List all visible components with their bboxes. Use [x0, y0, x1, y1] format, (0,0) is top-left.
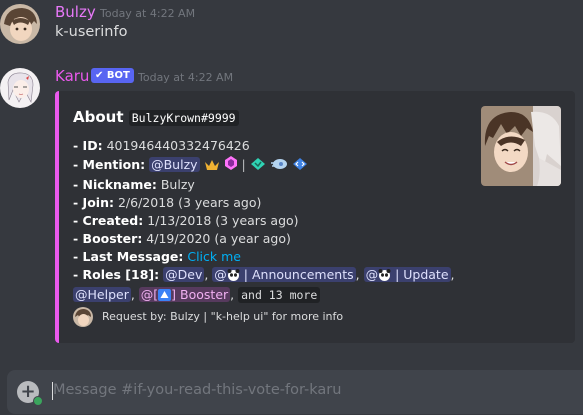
field-label: - Created — [73, 213, 139, 228]
message-content: k-userinfo — [55, 24, 128, 40]
role-mention-booster[interactable]: @[] Booster — [138, 287, 231, 302]
check-icon: ✔ — [95, 70, 104, 81]
upload-badge-icon — [33, 396, 43, 406]
role-name: | Update — [395, 267, 449, 282]
roles-more: and 13 more — [238, 287, 321, 303]
field-mention: - Mention: @Bulzy | — [73, 155, 455, 176]
footer-avatar — [73, 307, 93, 327]
field-label: - Join — [73, 195, 109, 210]
bot-tag: ✔ BOT — [91, 68, 134, 83]
footer-text: Request by: Bulzy | "k-help ui" for more… — [102, 310, 344, 323]
field-value: Bulzy — [160, 177, 195, 192]
booster-gem-icon[interactable] — [224, 155, 238, 176]
hypesquad-icon[interactable] — [250, 157, 266, 176]
field-value: 4/19/2020 (a year ago) — [146, 231, 291, 246]
embed-title-prefix: About — [73, 108, 124, 126]
role-name: | Announcements — [243, 267, 354, 282]
field-created: - Created: 1/13/2018 (3 years ago) — [73, 213, 299, 228]
avatar-karu[interactable] — [0, 68, 40, 108]
field-label: - Booster — [73, 231, 138, 246]
userinfo-embed: About BulzyKrown#9999 - ID: 401946440332… — [55, 91, 575, 343]
field-value: 2/6/2018 (3 years ago) — [117, 195, 262, 210]
crown-icon — [204, 158, 220, 176]
field-label: - Roles [18] — [73, 267, 155, 282]
field-nickname: - Nickname: Bulzy — [73, 177, 195, 192]
timestamp: Today at 4:22 AM — [138, 71, 234, 84]
field-last-message: - Last Message: Click me — [73, 249, 241, 264]
bot-tag-label: BOT — [106, 70, 130, 81]
author-name[interactable]: Karu — [55, 67, 89, 85]
message-input-bar: + Message #if-you-read-this-vote-for-kar… — [7, 370, 583, 414]
embed-fields: - ID: 401946440332476426 - Mention: @Bul… — [73, 137, 455, 306]
author-name[interactable]: Bulzy — [55, 3, 96, 21]
field-label: - Mention — [73, 157, 141, 172]
field-value: 401946440332476426 — [106, 138, 250, 153]
field-label: - Nickname — [73, 177, 152, 192]
field-join: - Join: 2/6/2018 (3 years ago) — [73, 195, 262, 210]
embed-title-username: BulzyKrown#9999 — [128, 110, 239, 126]
avatar-bulzy[interactable] — [0, 4, 40, 44]
field-label: - Last Message — [73, 249, 179, 264]
embed-title: About BulzyKrown#9999 — [73, 108, 239, 126]
panda-icon — [378, 268, 391, 286]
role-mention-announcements[interactable]: @ | Announcements — [212, 267, 356, 282]
message-input[interactable]: Message #if-you-read-this-vote-for-karu — [53, 382, 341, 398]
panda-icon — [227, 268, 240, 286]
last-message-link[interactable]: Click me — [187, 249, 241, 264]
role-mention-update[interactable]: @ | Update — [363, 267, 451, 282]
user-mention[interactable]: @Bulzy — [149, 157, 200, 172]
user-thumbnail[interactable] — [481, 106, 561, 186]
field-value: 1/13/2018 (3 years ago) — [147, 213, 299, 228]
field-roles: - Roles [18]: @Dev, @ | Announcements, @… — [73, 266, 455, 306]
field-id: - ID: 401946440332476426 — [73, 138, 250, 153]
field-booster: - Booster: 4/19/2020 (a year ago) — [73, 231, 291, 246]
arrow-up-icon — [158, 288, 172, 306]
role-name: Booster — [180, 287, 229, 302]
discord-nitro-icon[interactable] — [270, 157, 288, 176]
timestamp: Today at 4:22 AM — [100, 7, 196, 20]
role-mention-dev[interactable]: @Dev — [163, 267, 205, 282]
role-mention-helper[interactable]: @Helper — [73, 287, 131, 302]
field-label: - ID — [73, 138, 98, 153]
developer-icon[interactable] — [292, 157, 308, 176]
